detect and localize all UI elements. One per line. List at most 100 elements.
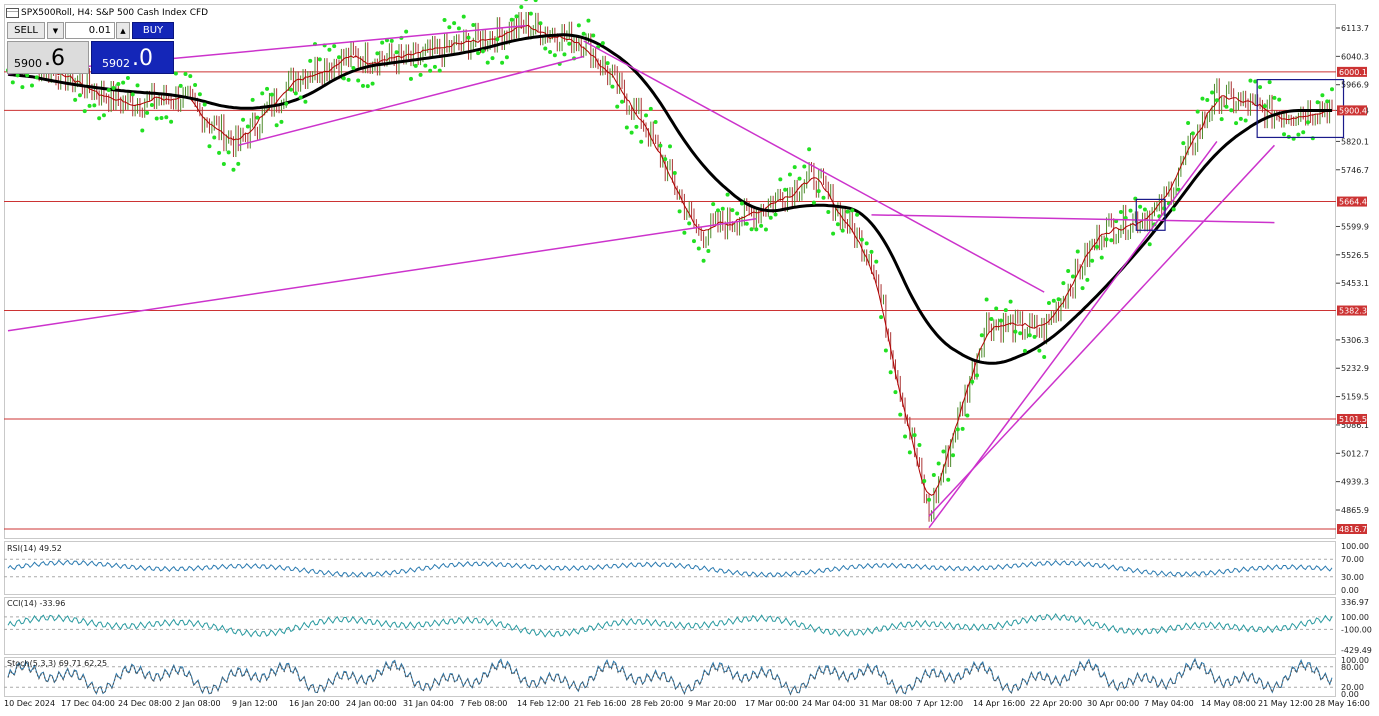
price-axis-label: 5232.9 (1341, 364, 1369, 373)
price-axis-label: 5966.9 (1341, 81, 1369, 90)
parabolic-sar-dot (581, 31, 586, 36)
price-axis-label: 5820.1 (1341, 137, 1369, 146)
parabolic-sar-dot (1104, 237, 1109, 242)
parabolic-sar-dot (706, 248, 711, 253)
lot-size-input[interactable]: 0.01 (65, 22, 115, 39)
rally-trendline (928, 144, 1275, 517)
time-axis-label: 28 May 16:00 (1315, 699, 1370, 708)
time-axis-label: 9 Jan 12:00 (232, 699, 278, 708)
bid-price-box[interactable]: 5900. 6 (7, 41, 89, 74)
parabolic-sar-dot (34, 75, 39, 80)
price-axis-label: 5526.5 (1341, 251, 1369, 260)
cci-axis-label: 336.97 (1341, 598, 1369, 607)
parabolic-sar-dot (533, 0, 538, 3)
parabolic-sar-dot (543, 46, 548, 51)
parabolic-sar-dot (471, 23, 476, 28)
parabolic-sar-dot (423, 63, 428, 68)
ask-price-dot: . (132, 46, 139, 71)
parabolic-sar-dot (250, 97, 255, 102)
time-axis-label: 17 Mar 00:00 (745, 699, 799, 708)
buy-button[interactable]: BUY (132, 22, 174, 39)
parabolic-sar-dot (317, 57, 322, 62)
parabolic-sar-dot (432, 64, 437, 69)
stoch-label: Stoch(5,3,3) 69.71 62.25 (7, 659, 108, 668)
bid-price-big: 6 (51, 46, 65, 71)
parabolic-sar-dot (610, 84, 615, 89)
parabolic-sar-dot (960, 426, 965, 431)
price-level-tag-label: 5664.4 (1339, 198, 1367, 207)
time-axis-label: 7 Feb 08:00 (460, 699, 508, 708)
parabolic-sar-dot (711, 202, 716, 207)
parabolic-sar-dot (802, 164, 807, 169)
parabolic-sar-dot (452, 21, 457, 26)
price-chart[interactable]: 6113.7 6040.3 5966.9 5900.4 5820.1 5746.7 5599… (0, 0, 1379, 716)
parabolic-sar-dot (154, 116, 159, 121)
parabolic-sar-dot (408, 76, 413, 81)
parabolic-sar-dot (524, 0, 528, 2)
parabolic-sar-dot (773, 212, 778, 217)
parabolic-sar-dot (1262, 104, 1267, 109)
parabolic-sar-dot (77, 93, 82, 98)
buy-label: BUY (142, 25, 164, 36)
parabolic-sar-dot (1051, 298, 1056, 303)
time-axis-label: 30 Apr 00:00 (1087, 699, 1140, 708)
parabolic-sar-dot (514, 14, 519, 19)
parabolic-sar-dot (653, 120, 658, 125)
parabolic-sar-dot (169, 119, 174, 124)
parabolic-sar-dot (687, 221, 692, 226)
bid-price-main: 5900 (14, 57, 42, 70)
time-axis-label: 28 Feb 20:00 (631, 699, 684, 708)
parabolic-sar-dot (404, 29, 409, 34)
parabolic-sar-dot (1080, 286, 1085, 291)
parabolic-sar-dot (883, 348, 888, 353)
parabolic-sar-dot (428, 68, 433, 73)
parabolic-sar-dot (1109, 238, 1114, 243)
time-axis-label: 9 Mar 20:00 (688, 699, 737, 708)
parabolic-sar-dot (720, 206, 725, 211)
parabolic-sar-dot (456, 26, 461, 31)
parabolic-sar-dot (97, 116, 102, 121)
parabolic-sar-dot (1229, 108, 1234, 113)
price-axis-label: 6040.3 (1341, 52, 1369, 61)
parabolic-sar-dot (394, 50, 399, 55)
parabolic-sar-dot (87, 103, 92, 108)
parabolic-sar-dot (715, 208, 720, 213)
ask-price-box[interactable]: 5902. 0 (91, 41, 174, 74)
parabolic-sar-dot (739, 201, 744, 206)
parabolic-sar-dot (370, 81, 375, 86)
parabolic-sar-dot (845, 209, 850, 214)
parabolic-sar-dot (269, 92, 274, 97)
parabolic-sar-dot (903, 434, 908, 439)
parabolic-sar-dot (538, 21, 543, 26)
parabolic-sar-dot (485, 60, 490, 65)
sell-button[interactable]: SELL (7, 22, 45, 39)
parabolic-sar-dot (984, 297, 989, 302)
parabolic-sar-dot (346, 77, 351, 82)
time-axis-label: 31 Mar 08:00 (859, 699, 913, 708)
time-axis-label: 24 Dec 08:00 (118, 699, 172, 708)
cci-axis-label: -100.00 (1341, 625, 1372, 634)
parabolic-sar-dot (936, 461, 941, 466)
parabolic-sar-dot (1037, 348, 1042, 353)
time-axis-label: 21 May 12:00 (1258, 699, 1313, 708)
parabolic-sar-dot (927, 497, 932, 502)
parabolic-sar-dot (1099, 255, 1104, 260)
parabolic-sar-dot (341, 76, 346, 81)
parabolic-sar-dot (552, 53, 557, 58)
parabolic-sar-dot (500, 60, 505, 65)
parabolic-sar-dot (855, 212, 860, 217)
time-axis-label: 17 Dec 04:00 (61, 699, 115, 708)
time-axis-label: 31 Jan 04:00 (403, 699, 454, 708)
parabolic-sar-dot (442, 18, 447, 23)
lot-dropdown-button[interactable]: ▼ (47, 22, 64, 39)
price-axis-label: 5012.7 (1341, 449, 1369, 458)
parabolic-sar-dot (591, 33, 596, 38)
parabolic-sar-dot (629, 130, 634, 135)
cci-axis-label: 100.00 (1341, 613, 1369, 622)
parabolic-sar-dot (888, 370, 893, 375)
parabolic-sar-dot (73, 97, 78, 102)
lot-stepper-button[interactable]: ▲ (116, 22, 130, 39)
parabolic-sar-dot (658, 143, 663, 148)
parabolic-sar-dot (1056, 297, 1061, 302)
parabolic-sar-dot (308, 58, 313, 63)
